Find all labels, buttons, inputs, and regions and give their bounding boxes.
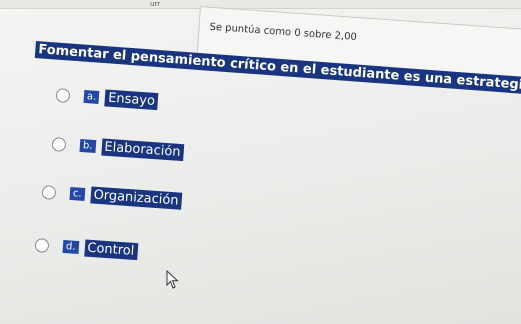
option-d-label[interactable]: Control [83, 239, 138, 261]
top-stub-text: urr [150, 0, 161, 8]
option-a-letter: a. [83, 89, 100, 105]
option-d[interactable]: d. Control [34, 236, 138, 261]
option-c[interactable]: c. Organización [41, 183, 183, 210]
radio-option-a[interactable] [55, 87, 71, 103]
mouse-pointer-icon [166, 269, 180, 294]
radio-option-b[interactable] [51, 136, 67, 152]
option-a-label[interactable]: Ensayo [104, 89, 159, 111]
option-b[interactable]: b. Elaboración [51, 135, 185, 162]
option-c-label[interactable]: Organización [89, 186, 183, 210]
score-text: Se puntúa como 0 sobre 2,00 [209, 21, 358, 44]
radio-option-d[interactable] [34, 237, 50, 253]
option-d-letter: d. [62, 239, 79, 255]
top-sliver: urr [0, 0, 521, 9]
option-b-label[interactable]: Elaboración [100, 138, 185, 162]
radio-option-c[interactable] [41, 184, 57, 200]
option-b-letter: b. [79, 138, 96, 154]
option-c-letter: c. [69, 186, 86, 201]
option-a[interactable]: a. Ensayo [55, 86, 159, 111]
